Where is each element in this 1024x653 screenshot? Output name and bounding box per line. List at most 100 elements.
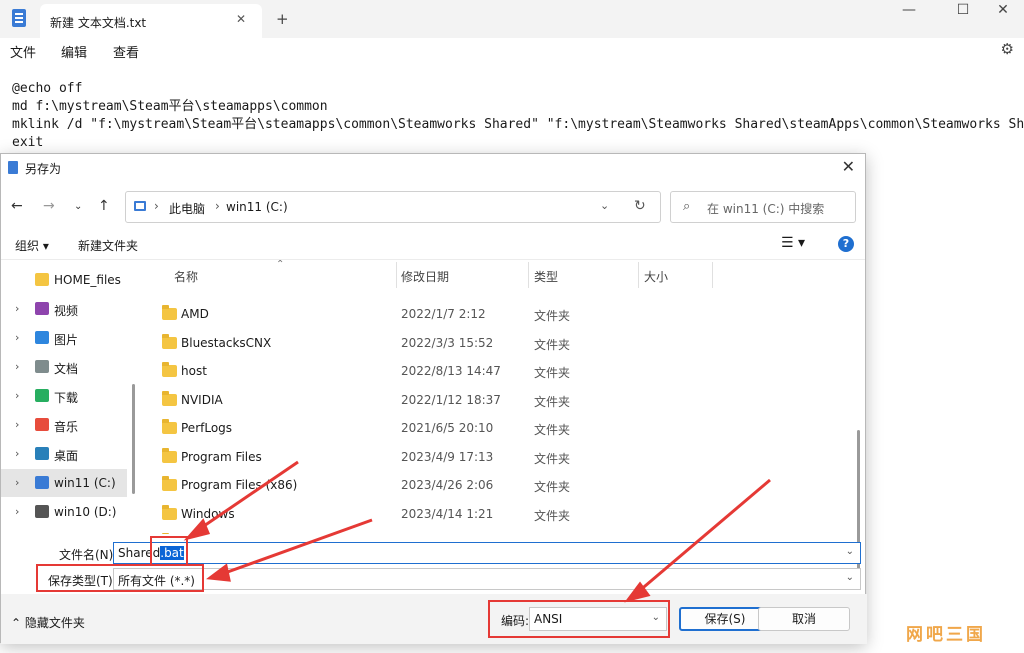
nav-pane-item-label: win10 (D:) [54, 505, 117, 519]
editor-line: md f:\mystream\Steam平台\steamapps\common [12, 99, 328, 114]
annotation-box-extension [150, 536, 188, 566]
desktop-icon [35, 447, 49, 460]
file-row[interactable]: NVIDIA 2022/1/12 18:37 文件夹 [146, 386, 856, 414]
back-arrow-icon[interactable]: ← [11, 198, 23, 214]
minimize-icon[interactable]: — [886, 0, 932, 34]
editor-line: mklink /d "f:\mystream\Steam平台\steamapps… [12, 117, 1024, 132]
nav-pane-scrollbar[interactable] [132, 384, 135, 494]
dialog-title: 另存为 [25, 162, 62, 176]
notepad-menu-bar: 文件 编辑 查看 ⚙ [0, 38, 1024, 64]
chevron-right-icon[interactable]: › [154, 199, 159, 213]
annotation-box-encoding [488, 600, 670, 638]
chevron-right-icon[interactable]: › [15, 476, 19, 489]
forward-arrow-icon[interactable]: → [43, 198, 55, 214]
refresh-icon[interactable]: ↻ [634, 198, 646, 214]
navigation-bar: ← → ⌄ ↑ › 此电脑 › win11 (C:) ⌄ ↻ ⌕ 在 win11… [1, 190, 865, 226]
pictures-icon [35, 331, 49, 344]
notepad-tab[interactable]: 新建 文本文档.txt ✕ [40, 4, 262, 38]
filename-input[interactable]: Shared.bat ⌄ [113, 542, 861, 564]
filetype-select[interactable]: 所有文件 (*.*) ⌄ [113, 568, 861, 590]
chevron-right-icon[interactable]: › [15, 447, 19, 460]
view-options-icon[interactable]: ☰ ▾ [781, 235, 805, 251]
menu-edit[interactable]: 编辑 [61, 42, 87, 61]
music-icon [35, 418, 49, 431]
nav-pane-item[interactable]: › 音乐 [1, 411, 127, 439]
column-size[interactable]: 大小 [644, 268, 668, 285]
nav-pane-item[interactable]: HOME_files [1, 266, 127, 294]
chevron-right-icon[interactable]: › [15, 302, 19, 315]
close-icon[interactable]: ✕ [842, 157, 855, 176]
close-window-icon[interactable]: ✕ [980, 0, 1024, 34]
new-tab-icon[interactable]: + [276, 10, 289, 28]
file-row[interactable]: host 2022/8/13 14:47 文件夹 [146, 357, 856, 385]
chevron-down-icon[interactable]: ⌄ [846, 546, 854, 557]
folder-icon [162, 419, 177, 434]
breadcrumb-drive[interactable]: win11 (C:) [226, 200, 288, 214]
file-row[interactable]: BluestacksCNX 2022/3/3 15:52 文件夹 [146, 329, 856, 357]
drive-icon [35, 505, 49, 518]
chevron-right-icon[interactable]: › [215, 199, 220, 213]
column-separator[interactable] [638, 262, 639, 288]
file-row[interactable]: PerfLogs 2021/6/5 20:10 文件夹 [146, 414, 856, 442]
hide-folders-button[interactable]: ⌃ 隐藏文件夹 [11, 614, 85, 631]
chevron-down-icon[interactable]: ⌄ [846, 572, 854, 583]
column-separator[interactable] [712, 262, 713, 288]
gear-icon[interactable]: ⚙ [1001, 40, 1014, 58]
address-bar[interactable]: › 此电脑 › win11 (C:) ⌄ ↻ [125, 191, 661, 223]
chevron-right-icon[interactable]: › [15, 360, 19, 373]
nav-pane-item[interactable]: › 视频 [1, 295, 127, 323]
breadcrumb-this-pc[interactable]: 此电脑 [169, 200, 205, 217]
editor-line: exit [12, 135, 44, 150]
organize-button[interactable]: 组织 ▾ [15, 237, 49, 254]
column-separator[interactable] [528, 262, 529, 288]
filename-row: 文件名(N): Shared.bat ⌄ [1, 542, 867, 564]
notepad-editor[interactable]: @echo off md f:\mystream\Steam平台\steamap… [12, 80, 1024, 152]
column-date[interactable]: 修改日期 [401, 268, 449, 285]
chevron-right-icon[interactable]: › [15, 331, 19, 344]
file-list-header: 名称 ⌃ 修改日期 类型 大小 [146, 260, 856, 290]
file-row[interactable]: Windows 2023/4/14 1:21 文件夹 [146, 500, 856, 528]
file-row[interactable]: Program Files 2023/4/9 17:13 文件夹 [146, 443, 856, 471]
file-row[interactable]: Xbox Files2022/1/7 2:17文件夹 [146, 528, 856, 534]
cancel-button[interactable]: 取消 [758, 607, 850, 631]
recent-locations-icon[interactable]: ⌄ [74, 201, 82, 212]
file-date: 2022/8/13 14:47 [401, 364, 501, 378]
folder-icon [162, 390, 177, 406]
nav-pane-item[interactable]: › win10 (D:) [1, 498, 127, 526]
file-name: Program Files (x86) [181, 478, 298, 492]
watermark-logo: 网吧三国 [906, 625, 986, 645]
up-arrow-icon[interactable]: ↑ [98, 198, 110, 214]
dialog-toolbar: 组织 ▾ 新建文件夹 ☰ ▾ ? [1, 230, 865, 260]
column-separator[interactable] [396, 262, 397, 288]
nav-pane-item[interactable]: › win11 (C:) [1, 469, 127, 497]
close-tab-icon[interactable]: ✕ [236, 12, 246, 26]
file-row[interactable]: AMD 2022/1/7 2:12 文件夹 [146, 300, 856, 328]
file-name: NVIDIA [181, 392, 223, 407]
nav-pane-item[interactable]: › 图片 [1, 324, 127, 352]
annotation-box-filetype [36, 564, 204, 592]
nav-pane-item[interactable]: › 下载 [1, 382, 127, 410]
help-icon[interactable]: ? [838, 236, 854, 252]
nav-pane-item-label: 桌面 [54, 449, 79, 463]
nav-pane-item[interactable]: › 桌面 [1, 440, 127, 468]
search-box[interactable]: ⌕ 在 win11 (C:) 中搜索 [670, 191, 856, 223]
folder-icon [162, 447, 177, 463]
nav-pane-item[interactable]: › 文档 [1, 353, 127, 381]
menu-file[interactable]: 文件 [10, 42, 36, 61]
folder-icon [162, 476, 177, 491]
chevron-right-icon[interactable]: › [15, 389, 19, 402]
file-date: 2022/3/3 15:52 [401, 335, 494, 350]
new-folder-button[interactable]: 新建文件夹 [78, 237, 138, 254]
column-type[interactable]: 类型 [534, 268, 558, 285]
folder-icon [35, 273, 49, 286]
chevron-down-icon[interactable]: ⌄ [600, 199, 609, 212]
chevron-right-icon[interactable]: › [15, 418, 19, 431]
chevron-right-icon[interactable]: › [15, 505, 19, 518]
search-icon: ⌕ [683, 199, 691, 214]
column-name[interactable]: 名称 [174, 268, 198, 285]
file-row[interactable]: Program Files (x86) 2023/4/26 2:06 文件夹 [146, 471, 856, 499]
file-list: 名称 ⌃ 修改日期 类型 大小 AMD 2022/1/7 2:12 文件夹 Blues… [146, 260, 856, 534]
menu-view[interactable]: 查看 [113, 42, 139, 61]
video-icon [35, 302, 49, 315]
file-name: host [181, 364, 207, 378]
